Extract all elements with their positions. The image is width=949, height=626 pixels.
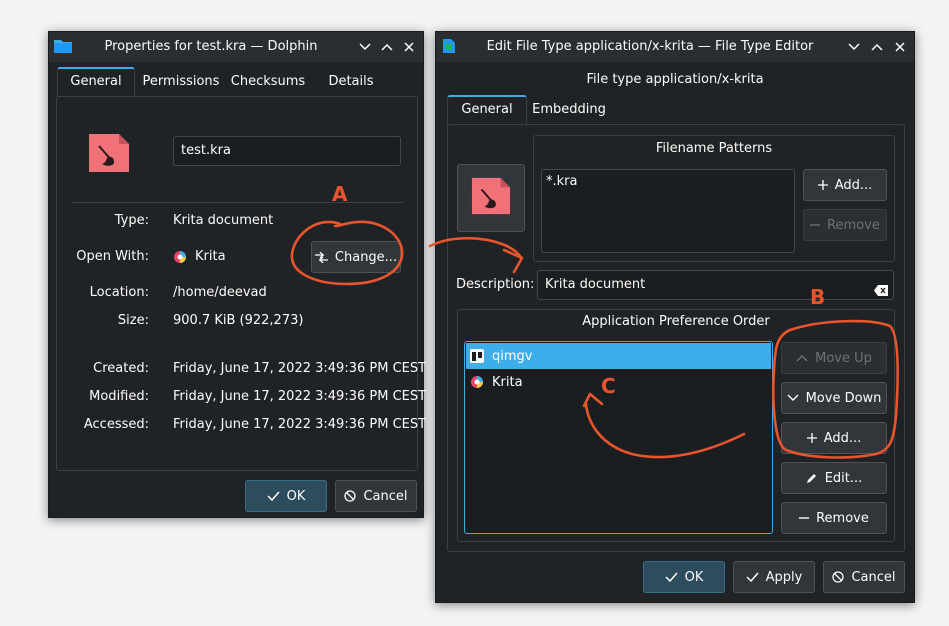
app-name: qimgv (492, 348, 533, 364)
tab-details[interactable]: Details (311, 67, 391, 97)
cancel-icon (344, 490, 357, 502)
editor-titlebar[interactable]: Edit File Type application/x-krita — Fil… (436, 32, 914, 62)
list-item[interactable]: *.kra (546, 174, 790, 189)
type-label: Type: (114, 213, 149, 228)
modified-value: Friday, June 17, 2022 3:49:36 PM CEST (173, 389, 427, 404)
minimize-icon[interactable] (846, 39, 862, 55)
check-icon (267, 491, 280, 501)
separator (71, 202, 403, 203)
ok-button[interactable]: OK (643, 561, 725, 593)
qimgv-icon (470, 349, 484, 363)
pencil-icon (806, 472, 818, 484)
list-item[interactable]: Krita (466, 370, 771, 394)
tab-general[interactable]: General (57, 67, 135, 97)
change-button[interactable]: Change... (311, 241, 401, 273)
properties-window: Properties for test.kra — Dolphin Genera… (48, 31, 427, 518)
list-item[interactable]: qimgv (466, 343, 771, 369)
ok-button-label: OK (286, 488, 306, 504)
type-value: Krita document (173, 213, 274, 228)
tab-permissions[interactable]: Permissions (137, 67, 225, 97)
window-title: Edit File Type application/x-krita — Fil… (486, 39, 814, 54)
created-label: Created: (93, 361, 149, 376)
cancel-button-label: Cancel (851, 569, 896, 585)
krita-file-icon (470, 176, 512, 220)
cancel-button-label: Cancel (363, 488, 408, 504)
size-value: 900.7 KiB (922,273) (173, 313, 304, 328)
apply-button-label: Apply (765, 569, 803, 585)
move-up-button[interactable]: Move Up (781, 342, 887, 374)
tab-checksums[interactable]: Checksums (227, 67, 309, 97)
check-icon (665, 572, 678, 582)
krita-app-icon (173, 250, 187, 264)
apps-list[interactable]: qimgv Krita (464, 341, 773, 534)
accessed-label: Accessed: (83, 417, 149, 432)
remove-app-button[interactable]: Remove (781, 502, 887, 534)
move-down-label: Move Down (805, 390, 882, 406)
location-label: Location: (89, 285, 149, 300)
annotation-c-label: C (601, 374, 616, 398)
minus-icon (810, 220, 821, 230)
krita-app-icon (470, 375, 484, 389)
apply-button[interactable]: Apply (733, 561, 815, 593)
remove-pattern-button[interactable]: Remove (803, 209, 887, 241)
krita-file-icon (87, 132, 131, 174)
properties-titlebar[interactable]: Properties for test.kra — Dolphin (49, 32, 423, 62)
patterns-list[interactable]: *.kra (541, 169, 795, 253)
cancel-button[interactable]: Cancel (335, 480, 417, 512)
plus-icon (817, 180, 828, 190)
add-pattern-label: Add... (834, 177, 873, 193)
modified-label: Modified: (89, 389, 149, 404)
filename-input[interactable]: test.kra (173, 136, 401, 166)
edit-app-label: Edit... (824, 470, 863, 486)
change-button-label: Change... (334, 249, 398, 265)
remove-app-label: Remove (816, 510, 869, 526)
app-preference-title: Application Preference Order (582, 314, 770, 329)
app-name: Krita (492, 374, 523, 390)
folder-icon (54, 38, 72, 53)
move-up-label: Move Up (815, 350, 872, 366)
file-type-editor-icon (441, 38, 459, 53)
tab-embedding[interactable]: Embedding (528, 95, 610, 125)
arrow-up-icon (796, 354, 808, 362)
file-type-heading: File type application/x-krita (586, 72, 764, 87)
description-label: Description: (456, 277, 535, 292)
accessed-value: Friday, June 17, 2022 3:49:36 PM CEST (173, 417, 427, 432)
minimize-icon[interactable] (357, 39, 373, 55)
close-icon[interactable] (401, 39, 417, 55)
window-title: Properties for test.kra — Dolphin (104, 39, 318, 54)
size-label: Size: (117, 313, 149, 328)
created-value: Friday, June 17, 2022 3:49:36 PM CEST (173, 361, 427, 376)
filename-patterns-title: Filename Patterns (655, 141, 773, 156)
open-with-label: Open With: (76, 249, 149, 264)
location-value: /home/deevad (173, 285, 267, 300)
file-type-editor-window: Edit File Type application/x-krita — Fil… (435, 31, 915, 603)
description-value: Krita document (545, 277, 646, 292)
plus-icon (806, 433, 817, 443)
annotation-b-label: B (810, 285, 826, 309)
cancel-icon (832, 571, 845, 583)
cancel-button[interactable]: Cancel (823, 561, 905, 593)
clear-text-icon[interactable] (874, 279, 888, 307)
add-pattern-button[interactable]: Add... (803, 169, 887, 201)
add-app-button[interactable]: Add... (781, 422, 887, 454)
edit-app-button[interactable]: Edit... (781, 462, 887, 494)
description-input[interactable]: Krita document (537, 270, 894, 300)
tab-general[interactable]: General (447, 95, 527, 125)
arrow-down-icon (787, 394, 799, 402)
annotation-a-label: A (332, 182, 348, 206)
check-icon (746, 572, 759, 582)
maximize-icon[interactable] (869, 39, 885, 55)
remove-pattern-label: Remove (827, 217, 880, 233)
add-app-label: Add... (823, 430, 862, 446)
configure-icon (314, 251, 328, 263)
ok-button-label: OK (684, 569, 704, 585)
open-with-value: Krita (195, 249, 226, 264)
minus-icon (799, 513, 810, 523)
file-type-icon-button[interactable] (457, 164, 525, 232)
ok-button[interactable]: OK (245, 480, 327, 512)
close-icon[interactable] (892, 39, 908, 55)
maximize-icon[interactable] (379, 39, 395, 55)
move-down-button[interactable]: Move Down (781, 382, 887, 414)
